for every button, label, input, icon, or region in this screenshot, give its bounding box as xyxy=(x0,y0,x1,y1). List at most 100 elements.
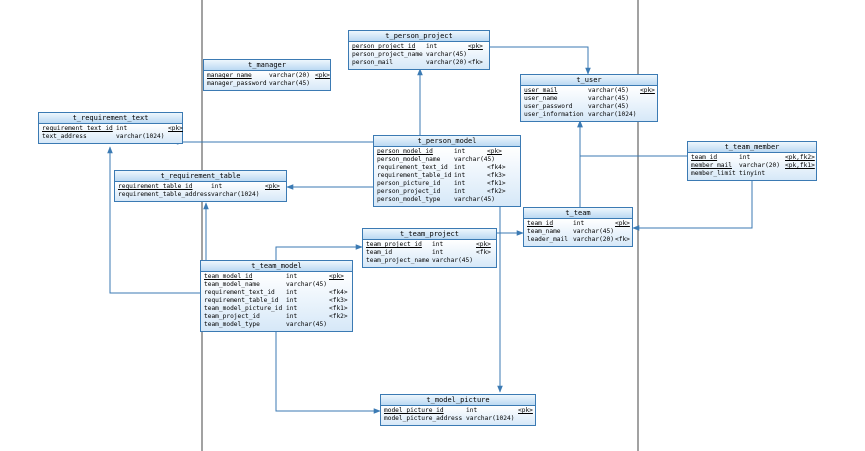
column-name: team_project_name xyxy=(366,257,430,264)
column-type: int xyxy=(286,313,298,320)
table-title: t_requirement_table xyxy=(115,171,286,182)
table-row: requirement_table_id int <fk3> xyxy=(377,172,517,180)
column-name: user_information xyxy=(524,111,584,118)
column-key: <pk> xyxy=(315,72,330,79)
table-row: team_model_name varchar(45) xyxy=(204,281,349,289)
table-row: team_model_type varchar(45) xyxy=(204,321,349,329)
table-title: t_user xyxy=(521,75,657,86)
table-row: team_project_name varchar(45) xyxy=(366,257,493,265)
column-name: requirement_table_address xyxy=(118,191,212,198)
column-key: <pk> xyxy=(476,241,491,248)
table-title: t_team_model xyxy=(201,261,352,272)
table-t_team_model[interactable]: t_team_model team_model_id int <pk> team_mo… xyxy=(200,260,353,332)
column-type: int xyxy=(286,273,298,280)
column-name: user_name xyxy=(524,95,558,102)
column-name: person_mail xyxy=(352,59,393,66)
column-type: int xyxy=(454,188,466,195)
table-t_team[interactable]: t_team team_id int <pk> team_name varchar(45… xyxy=(523,207,633,247)
table-row: person_picture_id int <fk1> xyxy=(377,180,517,188)
column-key: <pk> xyxy=(518,407,533,414)
column-name: team_model_name xyxy=(204,281,260,288)
column-type: int xyxy=(454,180,466,187)
column-name: person_model_name xyxy=(377,156,441,163)
column-type: int xyxy=(454,148,466,155)
column-name: team_model_picture_id xyxy=(204,305,283,312)
column-type: int xyxy=(432,241,444,248)
column-type: varchar(20) xyxy=(739,162,780,169)
link-team-model-requirement-text xyxy=(107,146,203,294)
table-row: team_id int <pk,fk2> xyxy=(691,154,815,162)
column-key: <fk> xyxy=(468,59,483,66)
column-key: <fk1> xyxy=(487,180,506,187)
link-team-model-model-picture xyxy=(275,331,381,414)
column-key: <fk> xyxy=(615,236,630,243)
table-row: person_project_id int <pk> xyxy=(352,43,486,51)
column-type: varchar(45) xyxy=(454,156,495,163)
column-name: requirement_table_id xyxy=(377,172,452,179)
table-row: user_name varchar(45) xyxy=(524,95,654,103)
table-row: team_id int <fk> xyxy=(366,249,493,257)
column-name: person_model_type xyxy=(377,196,441,203)
table-row: requirement_table_id int <pk> xyxy=(118,183,283,191)
column-type: int xyxy=(454,164,466,171)
table-row: user_mail varchar(45) <pk> xyxy=(524,87,655,95)
column-type: int xyxy=(573,220,585,227)
column-key: <fk4> xyxy=(329,289,348,296)
column-name: text_address xyxy=(42,133,87,140)
column-name: requirement_text_id xyxy=(204,289,275,296)
table-title: t_team_member xyxy=(688,142,816,153)
column-name: team_project_id xyxy=(204,313,260,320)
table-t_user[interactable]: t_user user_mail varchar(45) <pk> user_name… xyxy=(520,74,658,122)
table-row: team_name varchar(45) xyxy=(527,228,629,236)
table-row: requirement_text_id int <fk4> xyxy=(377,164,517,172)
column-name: person_project_id xyxy=(377,188,441,195)
table-row: person_model_type varchar(45) xyxy=(377,196,517,204)
table-row: user_information varchar(1024) xyxy=(524,111,654,119)
table-t_person_model[interactable]: t_person_model person_model_id int <pk> per… xyxy=(373,135,521,207)
table-row: team_id int <pk> xyxy=(527,220,630,228)
link-person-project-user xyxy=(490,46,591,75)
column-type: varchar(20) xyxy=(269,72,310,79)
column-type: varchar(1024) xyxy=(466,415,515,422)
column-name: team_id xyxy=(691,154,718,161)
column-type: varchar(45) xyxy=(454,196,495,203)
table-row: team_project_id int <fk2> xyxy=(204,313,349,321)
column-name: person_project_name xyxy=(352,51,423,58)
column-name: team_model_type xyxy=(204,321,260,328)
table-title: t_model_picture xyxy=(381,395,535,406)
table-t_manager[interactable]: t_manager manager_name varchar(20) <pk> man… xyxy=(203,59,331,91)
table-title: t_requirement_text xyxy=(39,113,182,124)
table-t_team_project[interactable]: t_team_project team_project_id int <pk> tea… xyxy=(362,228,497,268)
column-type: tinyint xyxy=(739,170,766,177)
column-key: <fk2> xyxy=(487,188,506,195)
column-key: <fk4> xyxy=(487,164,506,171)
column-name: team_model_id xyxy=(204,273,253,280)
table-row: member_limit tinyint xyxy=(691,170,813,178)
table-t_requirement_text[interactable]: t_requirement_text requirement_text_id in… xyxy=(38,112,183,144)
column-type: int xyxy=(432,249,444,256)
table-row: person_project_name varchar(45) xyxy=(352,51,486,59)
column-type: varchar(1024) xyxy=(588,111,637,118)
column-type: varchar(1024) xyxy=(116,133,165,140)
column-name: requirement_text_id xyxy=(377,164,448,171)
table-t_requirement_table[interactable]: t_requirement_table requirement_table_id… xyxy=(114,170,287,202)
column-name: member_limit xyxy=(691,170,736,177)
column-type: int xyxy=(286,305,298,312)
column-type: int xyxy=(466,407,478,414)
column-key: <pk> xyxy=(468,43,483,50)
column-key: <fk3> xyxy=(329,297,348,304)
column-type: varchar(45) xyxy=(269,80,310,87)
column-type: int xyxy=(426,43,438,50)
table-t_team_member[interactable]: t_team_member team_id int <pk,fk2> member_m… xyxy=(687,141,817,181)
column-name: user_password xyxy=(524,103,573,110)
column-key: <pk> xyxy=(265,183,280,190)
column-type: varchar(45) xyxy=(573,228,614,235)
column-type: varchar(45) xyxy=(432,257,473,264)
table-t_person_project[interactable]: t_person_project person_project_id int <pk… xyxy=(348,30,490,70)
table-title: t_team xyxy=(524,208,632,219)
column-name: user_mail xyxy=(524,87,558,94)
table-row: manager_password varchar(45) xyxy=(207,80,327,88)
table-title: t_person_project xyxy=(349,31,489,42)
column-name: leader_mail xyxy=(527,236,568,243)
table-t_model_picture[interactable]: t_model_picture model_picture_id int <pk> m… xyxy=(380,394,536,426)
